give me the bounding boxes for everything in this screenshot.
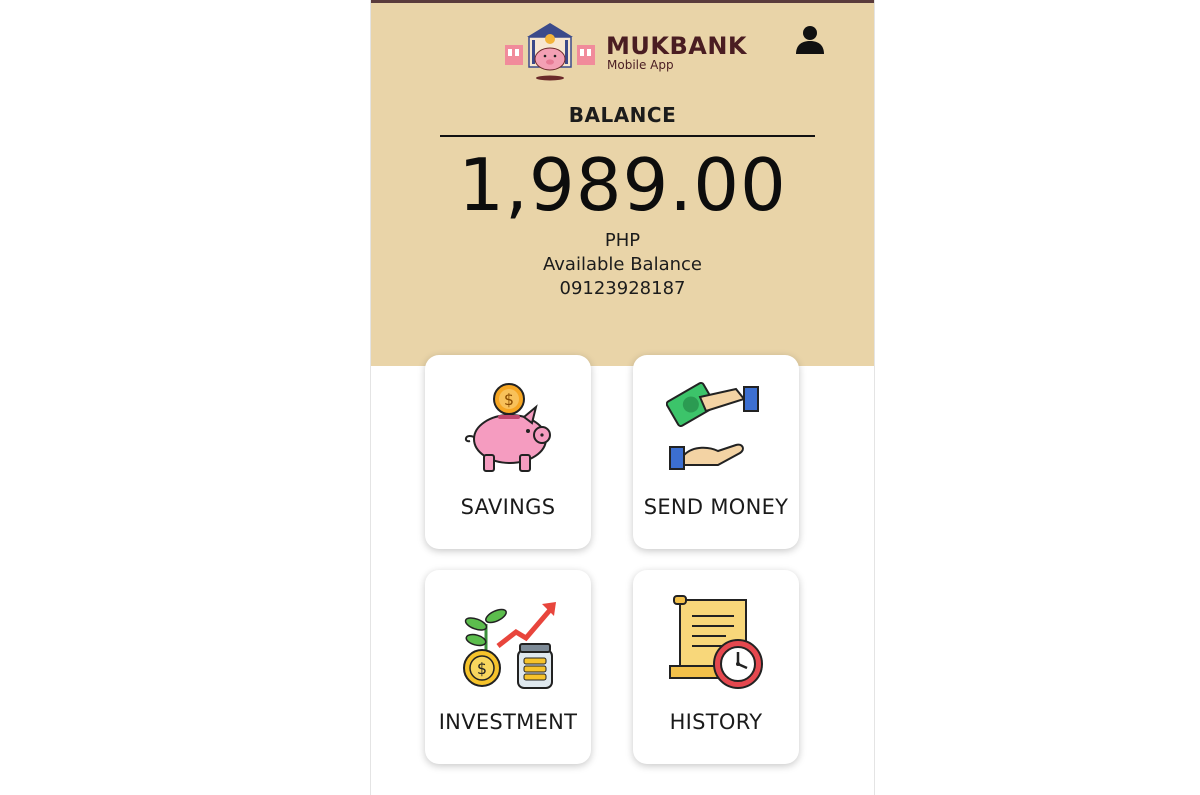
history-button[interactable]: HISTORY xyxy=(633,570,799,764)
bank-piggy-logo xyxy=(505,23,595,81)
svg-text:$: $ xyxy=(477,659,487,678)
balance-label: BALANCE xyxy=(568,103,677,127)
brand-name: MUKBANK xyxy=(606,32,748,60)
send-money-label: SEND MONEY xyxy=(643,495,789,519)
account-number: 09123928187 xyxy=(559,278,686,299)
svg-text:$: $ xyxy=(504,390,514,409)
balance-divider xyxy=(440,135,815,137)
savings-button[interactable]: $ SAVINGS xyxy=(425,355,591,549)
send-money-icon xyxy=(666,381,759,470)
user-icon[interactable] xyxy=(793,23,827,57)
investment-icon: $ xyxy=(463,602,556,689)
send-money-button[interactable]: SEND MONEY xyxy=(633,355,799,549)
app-screen: MUKBANK Mobile App BALANCE 1,989.00 PHP … xyxy=(370,0,875,795)
balance-header: MUKBANK Mobile App BALANCE 1,989.00 PHP … xyxy=(371,3,874,366)
available-balance-caption: Available Balance xyxy=(543,254,702,275)
investment-label: INVESTMENT xyxy=(438,710,578,734)
brand-subtitle: Mobile App xyxy=(607,58,674,72)
investment-button[interactable]: $ INVESTMENT xyxy=(425,570,591,764)
currency-label: PHP xyxy=(604,230,641,251)
history-label: HISTORY xyxy=(669,710,763,734)
savings-label: SAVINGS xyxy=(460,495,556,519)
balance-amount: 1,989.00 xyxy=(458,143,787,227)
history-icon xyxy=(669,595,763,689)
piggy-bank-icon: $ xyxy=(464,383,551,472)
